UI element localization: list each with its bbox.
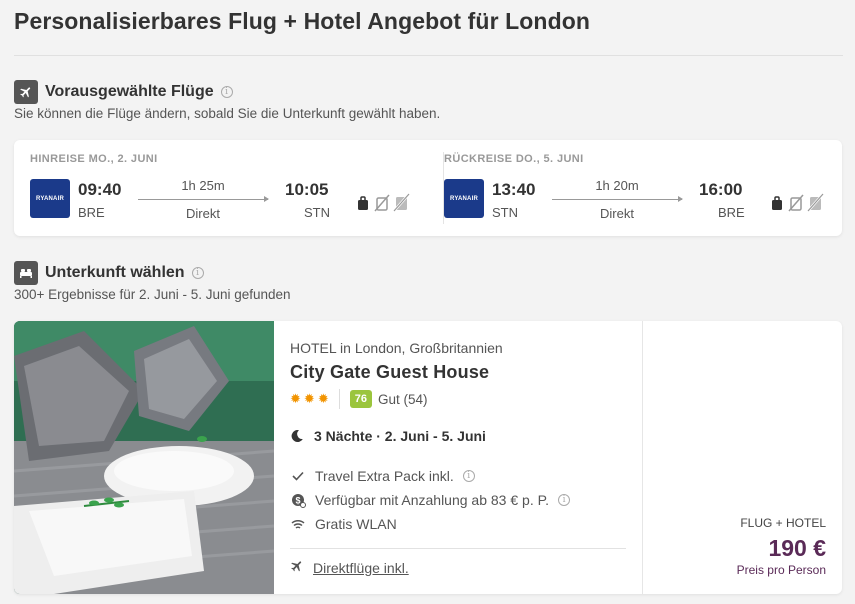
plane-icon xyxy=(290,559,304,576)
star-rating: ✹ ✹ ✹ xyxy=(290,391,329,407)
feature-wifi: Gratis WLAN xyxy=(290,516,397,532)
hotel-photo[interactable] xyxy=(14,321,274,594)
inbound-departure-code: STN xyxy=(492,205,518,220)
flights-section-subtitle: Sie können die Flüge ändern, sobald Sie … xyxy=(14,106,441,121)
price-type-label: FLUG + HOTEL xyxy=(740,516,826,530)
direct-flights-row: Direktflüge inkl. xyxy=(290,559,409,576)
hotel-card[interactable]: HOTEL in London, Großbritannien City Gat… xyxy=(14,321,842,594)
baggage-icons xyxy=(770,192,828,219)
bed-icon xyxy=(14,261,38,285)
info-icon[interactable]: i xyxy=(191,267,204,279)
outbound-label: HINREISE MO., 2. JUNI xyxy=(30,153,158,165)
inbound-leg[interactable]: RÜCKREISE DO., 5. JUNI RYANAIR 13:40 STN… xyxy=(444,140,844,236)
flights-section-header: Vorausgewählte Flüge i xyxy=(14,80,233,104)
hotel-name[interactable]: City Gate Guest House xyxy=(290,362,489,383)
flights-card[interactable]: HINREISE MO., 2. JUNI RYANAIR 09:40 BRE … xyxy=(14,140,842,236)
svg-text:$: $ xyxy=(295,495,300,505)
route-line xyxy=(138,196,269,202)
stay-dates: 3 Nächte · 2. Juni - 5. Juni xyxy=(290,428,486,444)
review-score-label: Gut (54) xyxy=(377,391,428,407)
inbound-stops: Direkt xyxy=(600,206,634,221)
check-icon xyxy=(290,471,306,481)
feature-deposit: $ Verfügbar mit Anzahlung ab 83 € p. P. … xyxy=(290,492,571,508)
stay-dates-text: 3 Nächte · 2. Juni - 5. Juni xyxy=(314,428,486,444)
checked-bag-crossed-icon xyxy=(807,193,824,212)
info-icon[interactable]: i xyxy=(462,470,475,482)
price-column[interactable]: FLUG + HOTEL 190 € Preis pro Person xyxy=(642,321,842,594)
outbound-departure-code: BRE xyxy=(78,205,105,220)
page-title: Personalisierbares Flug + Hotel Angebot … xyxy=(14,8,591,34)
inbound-label: RÜCKREISE DO., 5. JUNI xyxy=(444,153,584,165)
inbound-departure-time: 13:40 xyxy=(492,180,536,199)
flights-section-title: Vorausgewählte Flüge xyxy=(45,83,214,100)
accommodation-section-title: Unterkunft wählen xyxy=(45,264,185,281)
outbound-departure-time: 09:40 xyxy=(78,180,122,199)
inbound-duration: 1h 20m xyxy=(595,178,639,193)
wifi-icon xyxy=(290,519,306,530)
star-icon: ✹ xyxy=(290,391,301,406)
hotel-location: HOTEL in London, Großbritannien xyxy=(290,340,503,356)
direct-flights-link[interactable]: Direktflüge inkl. xyxy=(313,560,409,576)
outbound-arrival-code: STN xyxy=(304,205,330,220)
ryanair-logo: RYANAIR xyxy=(444,179,484,218)
outbound-leg[interactable]: HINREISE MO., 2. JUNI RYANAIR 09:40 BRE … xyxy=(30,140,430,236)
price-value: 190 € xyxy=(768,535,826,561)
route-line xyxy=(552,196,683,202)
ryanair-logo: RYANAIR xyxy=(30,179,70,218)
accommodation-section-subtitle: 300+ Ergebnisse für 2. Juni - 5. Juni ge… xyxy=(14,287,291,302)
plane-icon xyxy=(14,80,38,104)
inbound-arrival-code: BRE xyxy=(718,205,745,220)
review-score-badge: 76 xyxy=(349,390,372,408)
hotel-info: HOTEL in London, Großbritannien City Gat… xyxy=(290,321,640,594)
accommodation-section-header: Unterkunft wählen i xyxy=(14,261,204,285)
cabin-bag-crossed-icon xyxy=(788,194,804,212)
deposit-icon: $ xyxy=(290,493,306,508)
outbound-duration: 1h 25m xyxy=(181,178,225,193)
inbound-arrival-time: 16:00 xyxy=(699,180,743,199)
moon-icon xyxy=(291,430,303,443)
personal-bag-icon xyxy=(772,196,782,210)
star-icon: ✹ xyxy=(317,391,329,406)
price-note: Preis pro Person xyxy=(736,563,826,577)
baggage-icons xyxy=(356,192,414,219)
personal-bag-icon xyxy=(358,196,368,210)
feature-travel-extra: Travel Extra Pack inkl. i xyxy=(290,468,475,484)
info-divider xyxy=(290,548,626,549)
rating-separator xyxy=(338,389,340,409)
cabin-bag-crossed-icon xyxy=(374,194,390,212)
hotel-rating: ✹ ✹ ✹ 76 Gut (54) xyxy=(290,389,428,409)
outbound-stops: Direkt xyxy=(186,206,220,221)
star-icon: ✹ xyxy=(303,391,315,406)
outbound-arrival-time: 10:05 xyxy=(285,180,329,199)
info-icon[interactable]: i xyxy=(220,86,233,98)
title-divider xyxy=(14,55,843,56)
info-icon[interactable]: i xyxy=(558,494,571,506)
checked-bag-crossed-icon xyxy=(393,193,410,212)
